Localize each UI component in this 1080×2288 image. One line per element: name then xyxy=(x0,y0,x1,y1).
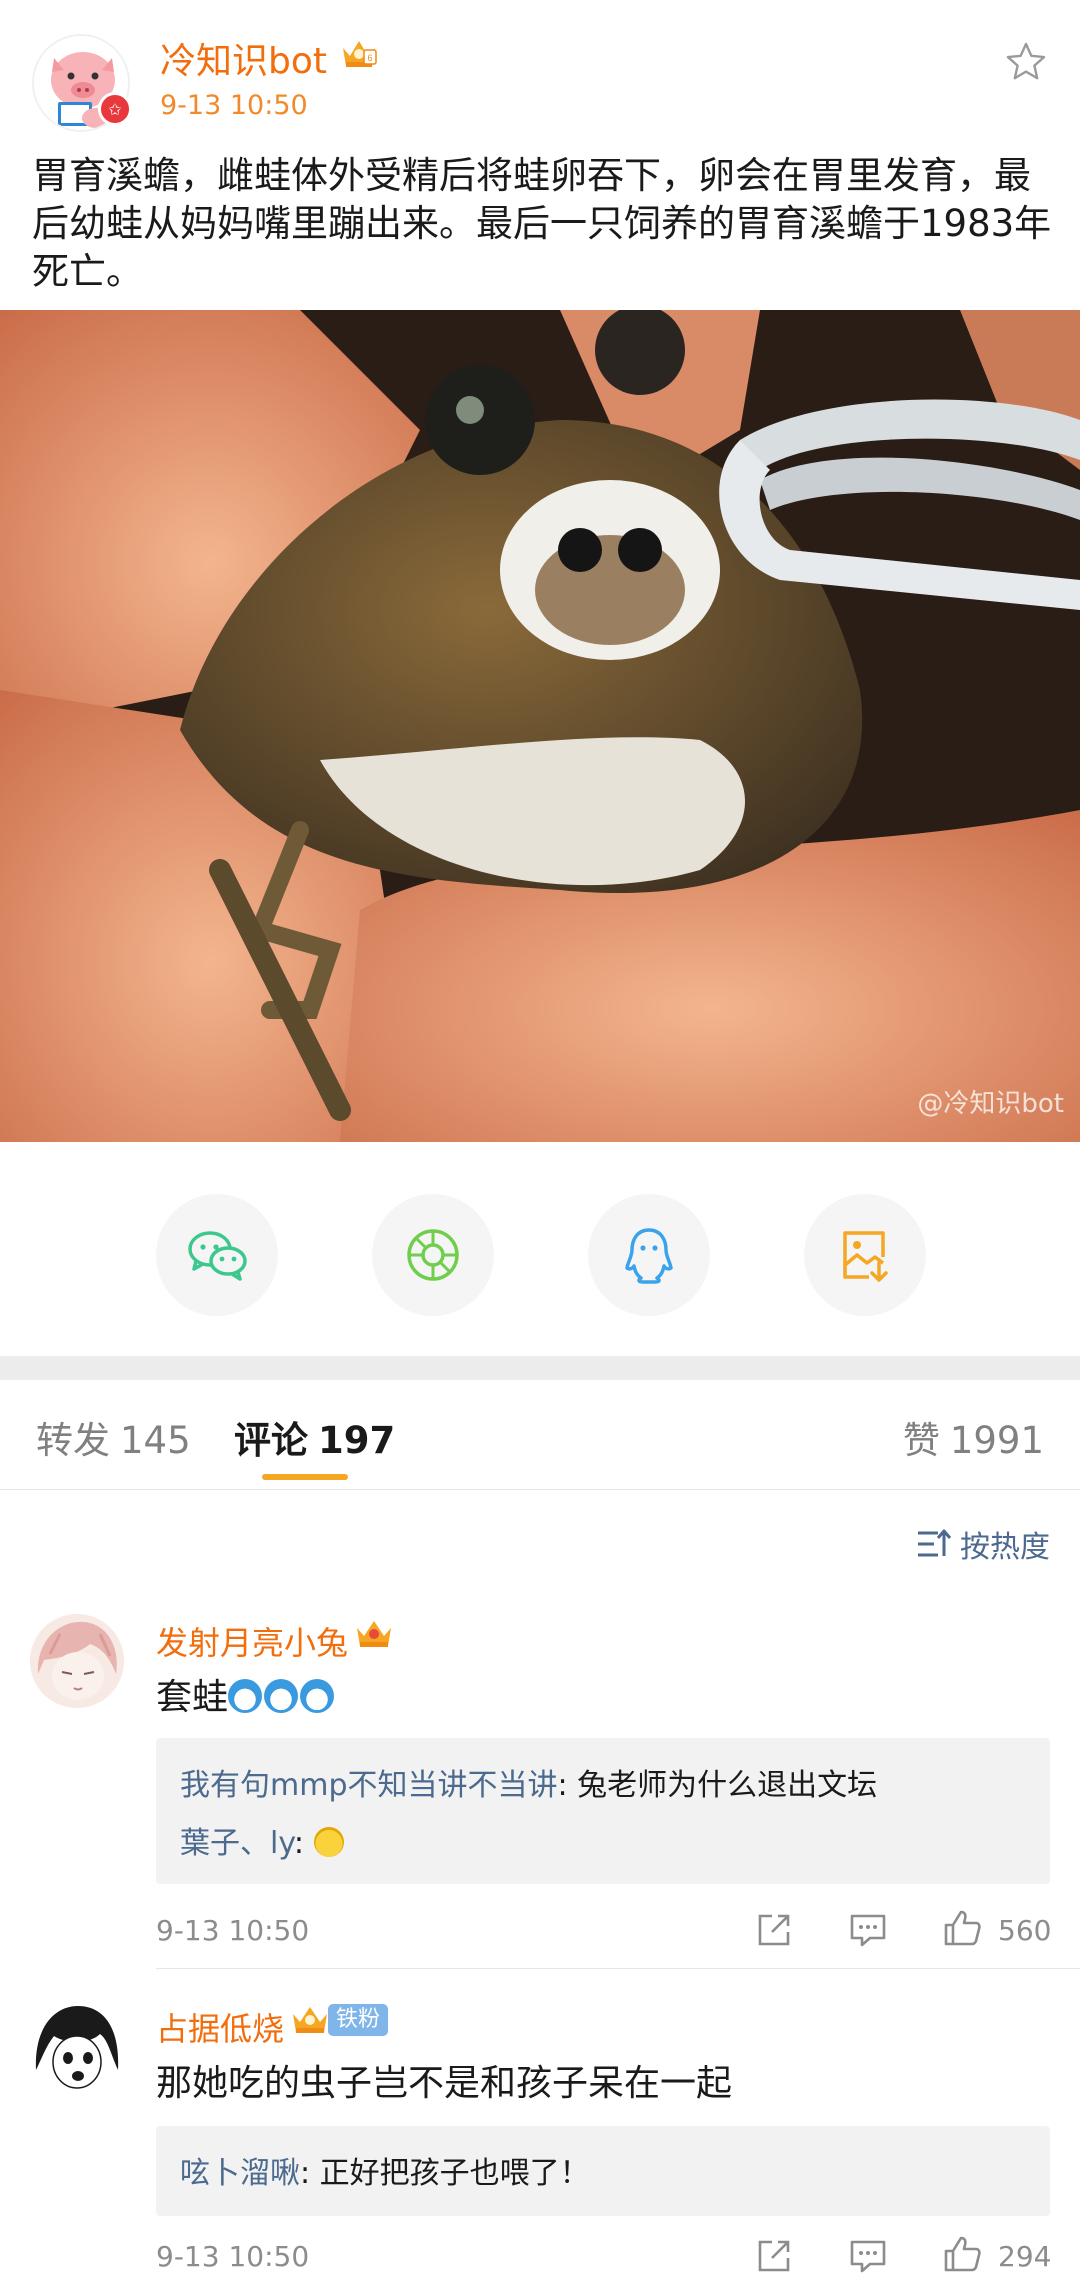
reply-text: : xyxy=(293,1826,314,1861)
sort-label: 按热度 xyxy=(960,1530,1050,1565)
comment-text: 那她吃的虫子岂不是和孩子呆在一起 xyxy=(156,2063,733,2104)
manga-avatar-image xyxy=(30,2000,124,2094)
reply-text: : 正好把孩子也喂了！ xyxy=(300,2156,590,2191)
tab-comments-label: 评论 xyxy=(234,1419,308,1462)
vip-crown-icon xyxy=(357,1621,391,1647)
comment-text-body: 套蛙 xyxy=(156,1677,229,1718)
reply-box[interactable]: 呟卜溜啾: 正好把孩子也喂了！ xyxy=(156,2126,1050,2216)
vip-crown-icon: 6 xyxy=(343,41,377,67)
author-name[interactable]: 冷知识bot xyxy=(160,32,327,84)
post-time: 9-13 10:50 xyxy=(160,90,308,121)
moments-icon xyxy=(407,1229,459,1281)
photo-watermark: @冷知识bot xyxy=(917,1089,1064,1119)
comment-icon[interactable] xyxy=(848,1910,888,1950)
comment-divider xyxy=(156,1968,1080,1969)
like-thumb-icon[interactable] xyxy=(942,1908,982,1948)
tab-repost[interactable]: 转发 145 xyxy=(36,1410,191,1464)
commenter-avatar[interactable] xyxy=(30,1614,124,1708)
reply-item: 呟卜溜啾: 正好把孩子也喂了！ xyxy=(180,2148,590,2192)
favorite-star-icon[interactable] xyxy=(1004,40,1048,84)
tab-likes-count: 1991 xyxy=(949,1419,1044,1462)
section-divider xyxy=(0,1356,1080,1380)
reply-box[interactable]: 我有句mmp不知当讲不当讲: 兔老师为什么退出文坛 葉子、ly: xyxy=(156,1738,1050,1884)
commenter-name[interactable]: 占据低烧 xyxy=(156,2004,284,2050)
comment-time: 9-13 10:50 xyxy=(156,2240,310,2273)
laugh-cry-emoji-icon xyxy=(313,1827,344,1857)
post-header: ✩ 冷知识bot 6 9-13 10:50 xyxy=(0,0,1080,150)
repost-icon[interactable] xyxy=(754,1910,794,1950)
vip-crown-icon xyxy=(293,2007,327,2033)
reply-username[interactable]: 我有句mmp不知当讲不当讲 xyxy=(180,1768,558,1803)
share-moments-button[interactable] xyxy=(372,1194,494,1316)
save-image-button[interactable] xyxy=(804,1194,926,1316)
tab-repost-count: 145 xyxy=(120,1419,191,1462)
iron-fan-badge: 铁粉 xyxy=(328,2004,389,2036)
comment-item: 发射月亮小兔 套蛙 我有句mmp不知当讲不当讲: 兔老师为什么退出文坛 葉子、l… xyxy=(0,1612,1080,1982)
svg-text:6: 6 xyxy=(367,53,372,63)
share-row xyxy=(0,1194,1080,1316)
wechat-icon xyxy=(188,1231,247,1281)
post-photo[interactable]: @冷知识bot xyxy=(0,310,1080,1142)
doraemon-emoji-icon xyxy=(300,1679,335,1713)
tab-repost-label: 转发 xyxy=(36,1419,110,1462)
commenter-avatar[interactable] xyxy=(30,2000,124,2094)
like-count: 294 xyxy=(998,2240,1052,2273)
tab-likes-label: 赞 xyxy=(902,1419,940,1462)
reply-item: 我有句mmp不知当讲不当讲: 兔老师为什么退出文坛 xyxy=(180,1760,877,1804)
sort-by-hot-button[interactable]: 按热度 xyxy=(916,1524,1050,1565)
tab-likes[interactable]: 赞 1991 xyxy=(903,1410,1044,1464)
doraemon-emoji-icon xyxy=(228,1679,263,1713)
comment-text: 套蛙 xyxy=(156,1668,336,1720)
reply-item: 葉子、ly: xyxy=(180,1818,346,1862)
post-text: 胃育溪蟾，雌蛙体外受精后将蛙卵吞下，卵会在胃里发育，最后幼蛙从妈妈嘴里蹦出来。最… xyxy=(32,154,1052,293)
frog-photo-image xyxy=(0,310,1080,1142)
repost-icon[interactable] xyxy=(754,2236,794,2276)
tab-bar: 转发 145 评论 197 赞 1991 xyxy=(0,1380,1080,1490)
comment-icon[interactable] xyxy=(848,2236,888,2276)
share-wechat-button[interactable] xyxy=(156,1194,278,1316)
comment-item: 占据低烧 铁粉 那她吃的虫子岂不是和孩子呆在一起 呟卜溜啾: 正好把孩子也喂了！… xyxy=(0,1998,1080,2288)
active-tab-indicator xyxy=(262,1474,348,1480)
reply-text: : 兔老师为什么退出文坛 xyxy=(557,1768,878,1803)
like-count: 560 xyxy=(998,1914,1052,1947)
like-thumb-icon[interactable] xyxy=(942,2234,982,2274)
share-qq-button[interactable] xyxy=(588,1194,710,1316)
doraemon-emoji-icon xyxy=(264,1679,299,1713)
comment-time: 9-13 10:50 xyxy=(156,1914,310,1947)
tab-comments-count: 197 xyxy=(318,1419,396,1462)
reply-username[interactable]: 葉子、ly xyxy=(180,1826,294,1861)
sort-icon xyxy=(918,1529,952,1557)
verified-badge-icon: ✩ xyxy=(98,92,132,126)
reply-username[interactable]: 呟卜溜啾 xyxy=(180,2156,300,2191)
commenter-name[interactable]: 发射月亮小兔 xyxy=(156,1618,348,1664)
anime-avatar-image xyxy=(30,1614,124,1708)
qq-icon xyxy=(625,1228,673,1284)
tab-comments[interactable]: 评论 197 xyxy=(234,1410,395,1464)
save-image-icon xyxy=(843,1231,888,1282)
